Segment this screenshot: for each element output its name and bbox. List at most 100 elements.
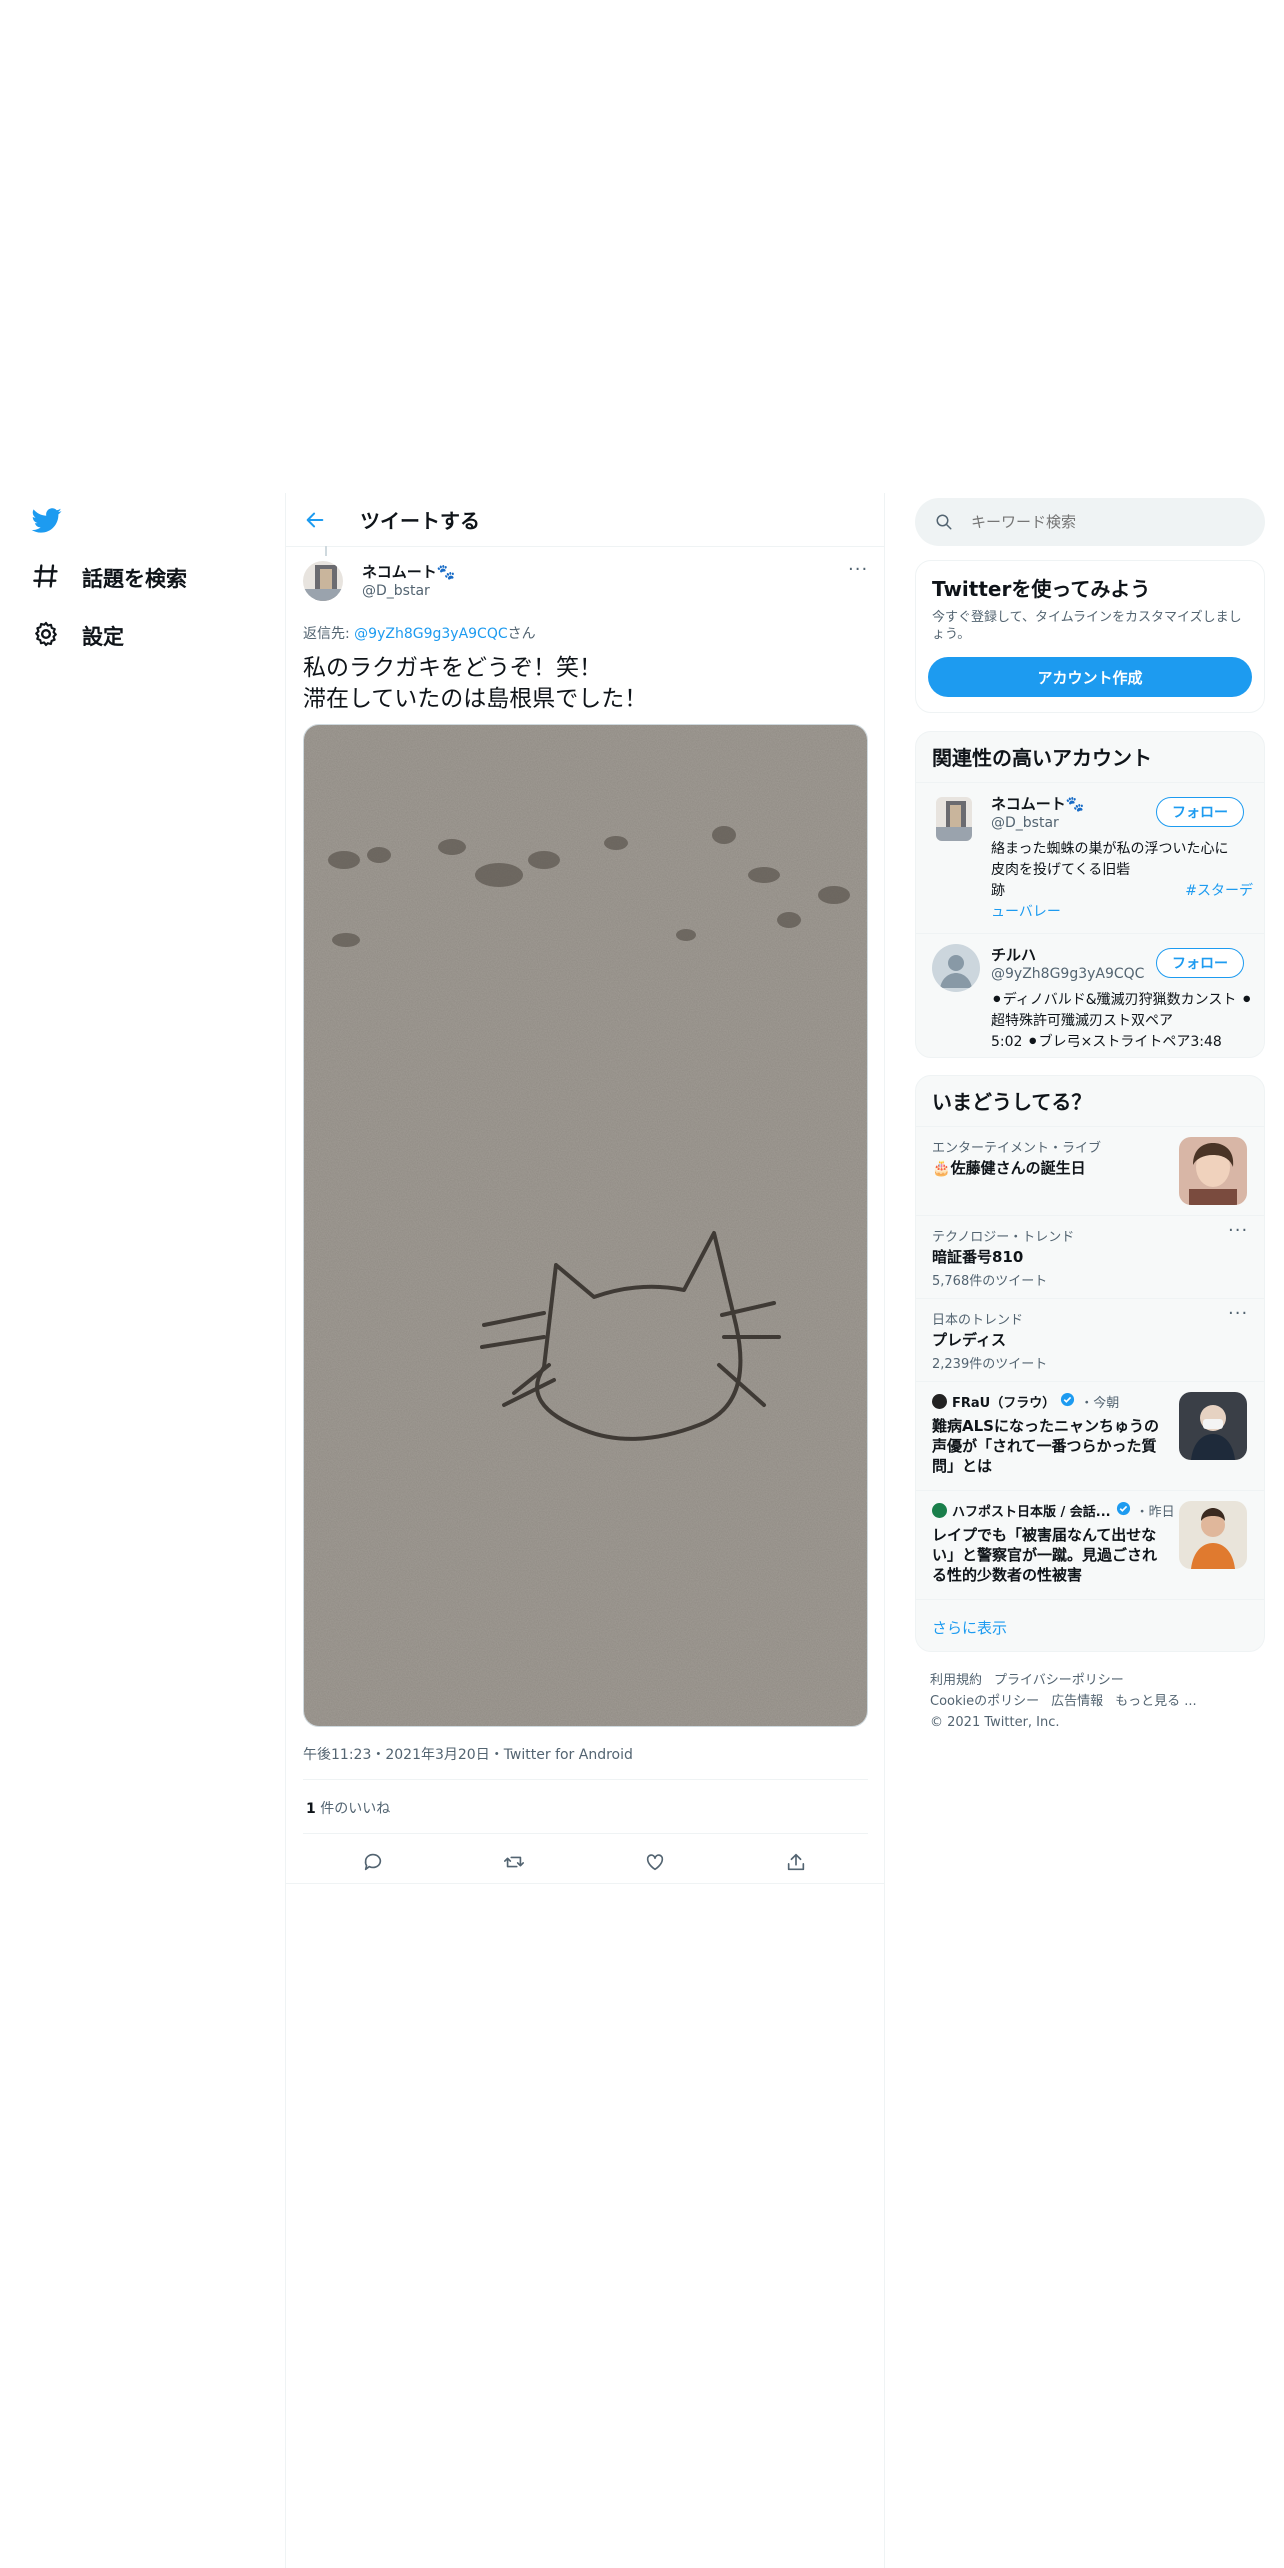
search-input[interactable] bbox=[969, 512, 1253, 532]
hashtag-link[interactable]: #スターデ bbox=[1185, 881, 1253, 902]
follow-button[interactable]: フォロー bbox=[1156, 948, 1244, 978]
nav-settings-label: 設定 bbox=[82, 625, 124, 649]
trend-count: 5,768件のツイート bbox=[932, 1274, 1048, 1289]
trend-name: 🎂佐藤健さんの誕生日 bbox=[932, 1159, 1086, 1177]
news-thumbnail bbox=[1179, 1392, 1247, 1460]
retweet-icon[interactable] bbox=[503, 1851, 527, 1875]
signup-desc: 今すぐ登録して、タイムラインをカスタマイズしましょう。 bbox=[932, 610, 1242, 642]
trend-context: エンターテイメント・ライブ bbox=[932, 1141, 1102, 1156]
relevant-title: 関連性の高いアカウント bbox=[932, 746, 1152, 770]
author-handle[interactable]: @D_bstar bbox=[362, 583, 430, 599]
account-avatar bbox=[936, 797, 972, 841]
news-item[interactable]: FRaU（フラウ） ・今朝 難病ALSになったニャンちゅうの声優が「されて一番つ… bbox=[916, 1382, 1264, 1490]
search-icon bbox=[935, 513, 953, 531]
bio-line: 絡まった蜘蛛の巣が私の浮ついた心に bbox=[991, 841, 1229, 857]
sand-drawing-image bbox=[304, 725, 867, 1726]
verified-badge-icon bbox=[1116, 1501, 1131, 1520]
bio-line: 跡 #スターデ bbox=[991, 881, 1253, 902]
reply-suffix: さん bbox=[507, 626, 536, 642]
account-name: チルハ bbox=[991, 946, 1037, 964]
column-header: ツイートする bbox=[286, 493, 884, 547]
bio-text: 跡 bbox=[991, 883, 1005, 899]
footer-link-terms[interactable]: 利用規約 bbox=[930, 1670, 982, 1691]
trend-context: テクノロジー・トレンド bbox=[932, 1230, 1075, 1245]
reply-to-link[interactable]: @9yZh8G9g3yA9CQC bbox=[354, 626, 507, 642]
author-name[interactable]: ネコムート🐾 bbox=[362, 561, 455, 582]
account-bio: ⚫ディノバルド&殲滅刃狩猟数カンスト ⚫超特殊許可殲滅刃スト双ペア 5:02 ⚫… bbox=[991, 990, 1256, 1053]
divider bbox=[916, 1599, 1264, 1600]
more-options-icon[interactable]: ··· bbox=[1228, 1303, 1248, 1324]
news-source-row: FRaU（フラウ） ・今朝 bbox=[932, 1392, 1119, 1411]
footer-link-privacy[interactable]: プライバシーポリシー bbox=[994, 1670, 1124, 1691]
footer-link-cookies[interactable]: Cookieのポリシー bbox=[930, 1691, 1039, 1712]
likes-count[interactable]: 1 件のいいね bbox=[306, 1798, 390, 1818]
nav-explore-label: 話題を検索 bbox=[82, 567, 187, 591]
signup-card: Twitterを使ってみよう 今すぐ登録して、タイムラインをカスタマイズしましょ… bbox=[915, 560, 1265, 713]
bio-line: 5:02 ⚫ブレ弓×ストライトペア3:48 bbox=[991, 1034, 1222, 1050]
reply-context: 返信先: @9yZh8G9g3yA9CQCさん bbox=[303, 623, 536, 643]
nav-explore[interactable]: 話題を検索 bbox=[32, 558, 187, 598]
trend-item[interactable]: エンターテイメント・ライブ 🎂佐藤健さんの誕生日 bbox=[916, 1127, 1264, 1215]
account-bio: 絡まった蜘蛛の巣が私の浮ついた心に 皮肉を投げてくる旧砦 跡 #スターデ ューバ… bbox=[991, 839, 1253, 923]
nav-settings[interactable]: 設定 bbox=[32, 616, 124, 656]
account-name: ネコムート🐾 bbox=[991, 795, 1085, 813]
likes-label: 件のいいね bbox=[315, 1801, 391, 1817]
news-thumbnail bbox=[1179, 1501, 1247, 1569]
hashtag-link[interactable]: ューバレー bbox=[991, 902, 1253, 923]
trend-name: 暗証番号810 bbox=[932, 1248, 1024, 1266]
news-headline: 難病ALSになったニャンちゅうの声優が「されて一番つらかった質問」とは bbox=[932, 1417, 1159, 1475]
tweet-photo[interactable] bbox=[303, 724, 868, 1727]
hashtag-icon bbox=[32, 562, 60, 595]
footer-row: 利用規約 プライバシーポリシー bbox=[930, 1670, 1197, 1691]
signup-title: Twitterを使ってみよう bbox=[932, 577, 1151, 601]
thread-line bbox=[325, 546, 327, 556]
divider bbox=[303, 1779, 868, 1780]
reply-icon[interactable] bbox=[362, 1851, 386, 1875]
reply-prefix: 返信先: bbox=[303, 626, 355, 642]
footer-row: Cookieのポリシー 広告情報 もっと見る ... bbox=[930, 1691, 1197, 1712]
trend-item[interactable]: 日本のトレンド プレディス 2,239件のツイート ··· bbox=[916, 1299, 1264, 1381]
trend-count: 2,239件のツイート bbox=[932, 1357, 1048, 1372]
share-icon[interactable] bbox=[785, 1851, 809, 1875]
account-row[interactable]: チルハ @9yZh8G9g3yA9CQC フォロー ⚫ディノバルド&殲滅刃狩猟数… bbox=[916, 934, 1264, 1058]
more-options-icon[interactable]: ··· bbox=[848, 559, 868, 580]
create-account-button[interactable]: アカウント作成 bbox=[928, 657, 1252, 697]
twitter-logo-icon[interactable] bbox=[30, 505, 64, 535]
like-icon[interactable] bbox=[644, 1851, 668, 1875]
verified-badge-icon bbox=[1060, 1392, 1075, 1411]
relevant-accounts-card: 関連性の高いアカウント ネコムート🐾 @D_bstar フォロー 絡まった蜘蛛の… bbox=[915, 731, 1265, 1058]
search-box[interactable] bbox=[915, 498, 1265, 546]
trend-item[interactable]: テクノロジー・トレンド 暗証番号810 5,768件のツイート ··· bbox=[916, 1216, 1264, 1298]
show-more-link[interactable]: さらに表示 bbox=[932, 1617, 1007, 1638]
news-source-row: ハフポスト日本版 / 会話... ・昨日 bbox=[932, 1501, 1175, 1520]
tweet-column: ツイートする ネコムート🐾 @D_bstar ··· 返信先: @9yZh8G9… bbox=[285, 493, 885, 2568]
footer: 利用規約 プライバシーポリシー Cookieのポリシー 広告情報 もっと見る .… bbox=[930, 1670, 1197, 1733]
trend-thumbnail bbox=[1179, 1137, 1247, 1205]
source-logo-icon bbox=[932, 1503, 947, 1518]
follow-button[interactable]: フォロー bbox=[1156, 797, 1244, 827]
bio-line: 皮肉を投げてくる旧砦 bbox=[991, 862, 1131, 878]
footer-link-ads[interactable]: 広告情報 bbox=[1051, 1691, 1103, 1712]
trend-name: プレディス bbox=[932, 1331, 1006, 1349]
more-options-icon[interactable]: ··· bbox=[1228, 1220, 1248, 1241]
account-row[interactable]: ネコムート🐾 @D_bstar フォロー 絡まった蜘蛛の巣が私の浮ついた心に 皮… bbox=[916, 783, 1264, 933]
news-time: ・昨日 bbox=[1135, 1505, 1175, 1520]
account-handle: @9yZh8G9g3yA9CQC bbox=[991, 966, 1145, 982]
news-item[interactable]: ハフポスト日本版 / 会話... ・昨日 レイプでも「被害届なんて出せない」と警… bbox=[916, 1491, 1264, 1599]
news-source: ハフポスト日本版 / 会話... bbox=[952, 1505, 1111, 1520]
author-avatar[interactable] bbox=[303, 561, 343, 601]
tweet-timestamp[interactable]: 午後11:23・2021年3月20日・Twitter for Android bbox=[303, 1744, 633, 1764]
back-arrow-icon[interactable] bbox=[304, 509, 326, 531]
likes-number: 1 bbox=[306, 1801, 316, 1817]
source-logo-icon bbox=[932, 1394, 947, 1409]
tweet-text: 私のラクガキをどうぞ！笑！ 滞在していたのは島根県でした！ bbox=[303, 655, 648, 712]
divider bbox=[286, 1883, 884, 1884]
copyright: © 2021 Twitter, Inc. bbox=[930, 1715, 1060, 1730]
trend-context: 日本のトレンド bbox=[932, 1313, 1024, 1328]
default-avatar-icon bbox=[932, 944, 980, 992]
footer-more-link[interactable]: もっと見る ... bbox=[1115, 1691, 1197, 1712]
page-title: ツイートする bbox=[360, 509, 480, 533]
bio-line: ⚫ディノバルド&殲滅刃狩猟数カンスト ⚫超特殊許可殲滅刃スト双ペア bbox=[991, 992, 1253, 1029]
gear-icon bbox=[32, 620, 60, 653]
news-time: ・今朝 bbox=[1080, 1396, 1120, 1411]
